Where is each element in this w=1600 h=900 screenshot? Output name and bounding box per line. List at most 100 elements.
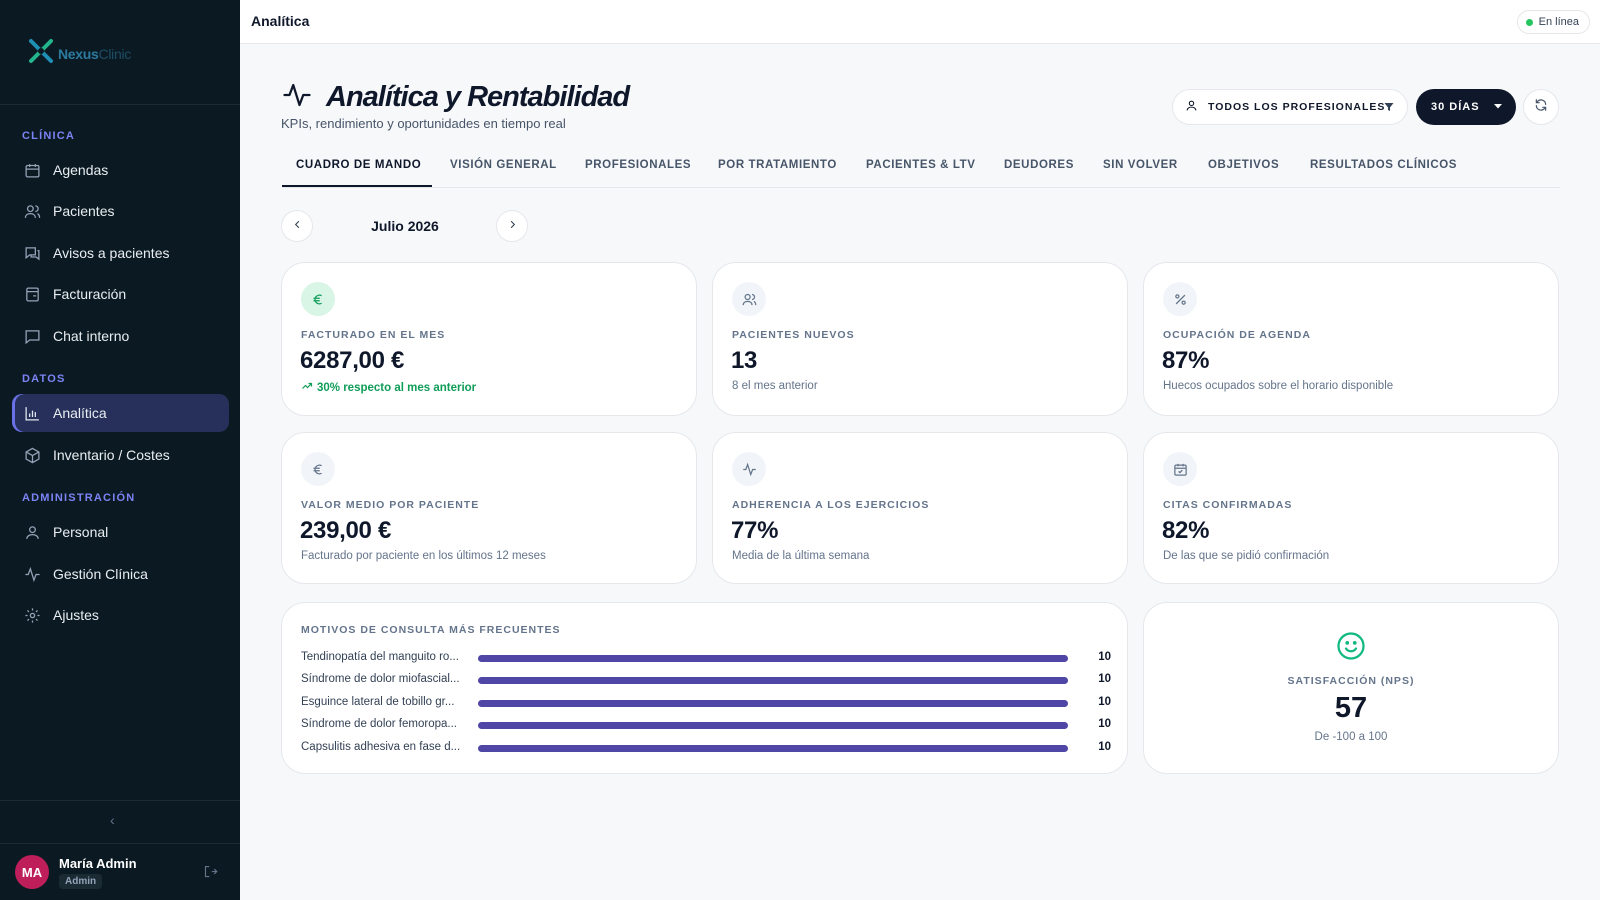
activity-icon [732,452,766,486]
kpi-value: 87% [1162,347,1210,374]
sidebar-item-inventario[interactable]: Inventario / Costes [12,436,229,474]
users-icon [732,282,766,316]
kpi-value: 82% [1162,517,1210,544]
list-item: Tendinopatía del manguito ro... 10 [301,649,1111,667]
kpi-card-facturado: FACTURADO EN EL MES 6287,00 € 30% respec… [281,262,697,416]
page-subtitle: KPIs, rendimiento y oportunidades en tie… [281,116,566,131]
sidebar-item-gestion-clinica[interactable]: Gestión Clínica [12,555,229,593]
status-text: En línea [1538,16,1579,28]
kpi-label: VALOR MEDIO POR PACIENTE [301,499,480,511]
nps-label: SATISFACCIÓN (NPS) [1287,675,1415,687]
collapse-sidebar-button[interactable]: ‹ [110,812,115,828]
tab-resultados-clinicos[interactable]: RESULTADOS CLÍNICOS [1310,159,1457,171]
sidebar-item-label: Avisos a pacientes [53,245,170,261]
sidebar-divider [0,104,240,105]
kpi-label: PACIENTES NUEVOS [732,329,855,341]
tab-por-tratamiento[interactable]: POR TRATAMIENTO [718,159,837,171]
bar-fill [478,677,1068,684]
bar-chart-icon [23,404,41,422]
euro-icon [301,452,335,486]
kpi-value: 6287,00 € [300,347,405,374]
sidebar-item-label: Facturación [53,286,127,302]
sidebar-item-label: Agendas [53,162,109,178]
chevron-left-icon: ‹ [110,812,115,828]
nps-value: 57 [1334,692,1368,724]
tab-vision-general[interactable]: VISIÓN GENERAL [450,159,557,171]
bar-label: Capsulitis adhesiva en fase d... [301,741,461,753]
tabs: CUADRO DE MANDO VISIÓN GENERAL PROFESION… [282,148,1560,188]
sidebar-item-ajustes[interactable]: Ajustes [12,596,229,634]
bar-label: Tendinopatía del manguito ro... [301,651,459,663]
topbar: Analítica En línea [240,0,1600,44]
sidebar-item-pacientes[interactable]: Pacientes [12,192,229,230]
month-label: Julio 2026 [371,218,439,234]
tab-sin-volver[interactable]: SIN VOLVER [1103,159,1178,171]
chevron-left-icon [292,217,303,235]
nps-note: De -100 a 100 [1314,731,1388,743]
refresh-button[interactable] [1523,89,1559,125]
kpi-note: 8 el mes anterior [732,380,818,392]
bar-value: 10 [1098,741,1111,753]
bar-track [478,655,1068,662]
kpi-card-valor-medio: VALOR MEDIO POR PACIENTE 239,00 € Factur… [281,432,697,584]
user-name: María Admin [59,855,137,871]
trend-up-icon [301,380,313,395]
sidebar-item-analitica[interactable]: Analítica [12,394,229,432]
topbar-title: Analítica [251,13,310,29]
logo[interactable]: NexusClinic [28,38,131,69]
sidebar-item-chat[interactable]: Chat interno [12,317,229,355]
sidebar-item-label: Chat interno [53,328,130,344]
filter-label: TODOS LOS PROFESIONALES [1208,101,1386,113]
sidebar-item-facturacion[interactable]: Facturación [12,275,229,313]
tab-profesionales[interactable]: PROFESIONALES [585,159,691,171]
bar-label: Síndrome de dolor miofascial... [301,673,460,685]
logout-button[interactable] [203,864,218,884]
bar-fill [478,745,1068,752]
previous-month-button[interactable] [281,210,313,242]
tab-objetivos[interactable]: OBJETIVOS [1208,159,1279,171]
kpi-note: De las que se pidió confirmación [1163,550,1330,562]
box-icon [23,446,41,464]
sidebar-divider [0,843,240,844]
filter-icon [1383,101,1395,116]
gear-icon [23,606,41,624]
sidebar-item-avisos[interactable]: Avisos a pacientes [12,234,229,272]
activity-icon [23,565,41,583]
page-header: Analítica y Rentabilidad [282,80,630,115]
user-role-badge: Admin [59,873,103,889]
bar-value: 10 [1098,696,1111,708]
chevron-right-icon [507,217,518,235]
list-item: Esguince lateral de tobillo gr... 10 [301,694,1111,712]
chat-icon [23,327,41,345]
euro-icon [301,282,335,316]
logo-text: NexusClinic [58,45,131,62]
next-month-button[interactable] [496,210,528,242]
kpi-value: 77% [731,517,779,544]
professional-filter-select[interactable]: TODOS LOS PROFESIONALES [1172,89,1408,125]
sidebar-item-label: Personal [53,524,109,540]
sidebar-item-label: Analítica [53,405,107,421]
tab-pacientes-ltv[interactable]: PACIENTES & LTV [866,159,976,171]
sidebar-divider [0,800,240,801]
tab-deudores[interactable]: DEUDORES [1004,159,1074,171]
invoice-icon [23,285,41,303]
tab-cuadro-de-mando[interactable]: CUADRO DE MANDO [296,159,421,171]
bar-track [478,745,1068,752]
bar-fill [478,722,1068,729]
logo-icon [28,38,54,69]
sidebar-item-personal[interactable]: Personal [12,513,229,551]
users-icon [23,202,41,220]
sidebar-section-clinica: CLÍNICA [22,130,76,142]
user-icon [23,523,41,541]
list-item: Síndrome de dolor miofascial... 10 [301,671,1111,689]
status-dot-icon [1525,18,1533,26]
sidebar-item-agendas[interactable]: Agendas [12,151,229,189]
bar-track [478,700,1068,707]
user-profile[interactable]: MA María Admin Admin [15,855,137,889]
kpi-label: CITAS CONFIRMADAS [1163,499,1293,511]
period-select[interactable]: 30 DÍAS [1416,89,1516,125]
page-title: Analítica y Rentabilidad [326,81,630,113]
list-item: Síndrome de dolor femoropa... 10 [301,716,1111,734]
sidebar-section-administracion: ADMINISTRACIÓN [22,492,136,504]
active-tab-indicator [282,185,432,187]
